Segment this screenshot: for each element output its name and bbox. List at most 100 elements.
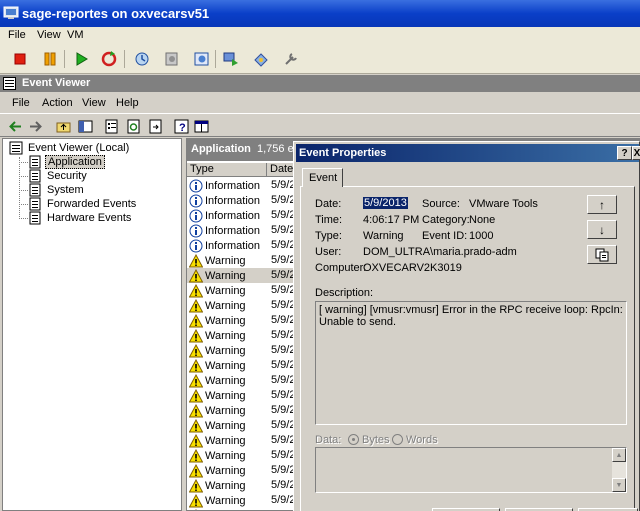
tree-connector: [19, 190, 28, 191]
type-cell: Information: [189, 238, 260, 253]
information-icon: [189, 194, 203, 207]
user-value[interactable]: DOM_ULTRA\maria.prado-adm: [363, 246, 517, 258]
warning-icon: [189, 388, 203, 402]
refresh-button[interactable]: [124, 117, 142, 135]
menu-action[interactable]: Action: [42, 97, 73, 109]
category-value[interactable]: None: [469, 214, 495, 226]
reset-button[interactable]: [99, 49, 119, 69]
tree-connector: [19, 204, 28, 205]
power-off-button[interactable]: [10, 49, 30, 69]
type-cell: Warning: [189, 478, 246, 493]
properties-icon: [105, 119, 117, 133]
date-cell: 5/9/2: [271, 179, 296, 191]
description-text[interactable]: [ warning] [vmusr:vmusr] Error in the RP…: [315, 301, 627, 425]
next-event-button[interactable]: ↓: [587, 220, 617, 239]
console-tree: Event Viewer (Local) Application Securit…: [2, 138, 182, 511]
export-list-button[interactable]: [146, 117, 164, 135]
warning-icon: [189, 373, 203, 387]
up-one-level-button[interactable]: [54, 117, 72, 135]
snapshot-button[interactable]: [132, 49, 152, 69]
data-box[interactable]: ▲ ▼: [315, 447, 627, 493]
date-cell: 5/9/2: [271, 209, 296, 221]
data-scrollbar[interactable]: ▲ ▼: [612, 448, 626, 492]
date-cell: 5/9/2: [271, 449, 296, 461]
type-text: Warning: [205, 389, 246, 402]
type-text: Information: [205, 224, 261, 237]
revert-snapshot-button[interactable]: [162, 49, 182, 69]
help-button[interactable]: ?: [172, 117, 190, 135]
tree-item-label: Forwarded Events: [47, 197, 137, 210]
bytes-radio[interactable]: [348, 434, 359, 445]
tree-item-security[interactable]: Security: [28, 168, 89, 183]
tree-item-root-label: Event Viewer (Local): [28, 141, 130, 154]
tree-connector: [19, 218, 28, 219]
snapshot-manager-button[interactable]: [192, 49, 212, 69]
tab-event[interactable]: Event: [302, 168, 343, 187]
tools-button[interactable]: [281, 49, 301, 69]
type-text: Warning: [205, 494, 246, 507]
previous-event-button[interactable]: ↑: [587, 195, 617, 214]
back-button[interactable]: [6, 117, 24, 135]
type-text: Information: [205, 194, 261, 207]
event-id-value[interactable]: 1000: [469, 230, 493, 242]
console-tree-icon: [78, 120, 92, 132]
type-text: Warning: [205, 284, 246, 297]
description-label: Description:: [315, 287, 374, 299]
tree-item-application[interactable]: Application: [28, 154, 105, 169]
date-cell: 5/9/2: [271, 389, 296, 401]
view-button[interactable]: [192, 117, 210, 135]
snapshot-manager-icon: [194, 52, 209, 66]
type-text: Warning: [205, 434, 246, 447]
warning-icon: [189, 403, 203, 417]
time-value[interactable]: 4:06:17 PM: [363, 214, 419, 226]
copy-event-button[interactable]: [587, 245, 617, 264]
type-cell: Information: [189, 223, 260, 238]
date-label: Date:: [315, 198, 342, 210]
forward-button[interactable]: [26, 117, 44, 135]
log-icon: [29, 211, 41, 224]
fullscreen-button[interactable]: [221, 49, 241, 69]
type-text: Warning: [205, 269, 246, 282]
type-cell: Warning: [189, 358, 246, 373]
scroll-down-arrow-icon[interactable]: ▼: [612, 478, 626, 492]
vm-menu-file[interactable]: File: [8, 29, 26, 41]
computer-value[interactable]: OXVECARV2K3019: [363, 262, 462, 274]
date-value[interactable]: 5/9/2013: [363, 197, 408, 209]
suspend-button[interactable]: [40, 49, 60, 69]
wrench-icon: [285, 53, 297, 65]
column-header-type[interactable]: Type: [187, 163, 267, 177]
source-label: Source:: [422, 198, 460, 210]
date-cell: 5/9/2: [271, 239, 296, 251]
vm-menu-view[interactable]: View: [37, 29, 61, 41]
source-value[interactable]: VMware Tools: [469, 198, 538, 210]
date-cell: 5/9/2: [271, 314, 296, 326]
log-icon: [29, 169, 41, 182]
dialog-help-button[interactable]: ?: [617, 146, 632, 160]
vm-settings-button[interactable]: [251, 49, 271, 69]
tree-item-root[interactable]: Event Viewer (Local): [9, 140, 131, 155]
menu-help[interactable]: Help: [116, 97, 139, 109]
menu-view[interactable]: View: [82, 97, 106, 109]
type-text: Warning: [205, 359, 246, 372]
menu-file[interactable]: File: [12, 97, 30, 109]
properties-button[interactable]: [102, 117, 120, 135]
show-hide-tree-button[interactable]: [76, 117, 94, 135]
type-value[interactable]: Warning: [363, 230, 404, 242]
event-tab-panel: Date: 5/9/2013 Source: VMware Tools Time…: [300, 186, 635, 511]
vm-menu-vm[interactable]: VM: [67, 29, 84, 41]
help-icon: ?: [174, 119, 188, 134]
words-radio[interactable]: [392, 434, 403, 445]
warning-icon: [189, 268, 203, 282]
tree-item-system[interactable]: System: [28, 182, 86, 197]
log-icon: [29, 197, 41, 210]
type-cell: Information: [189, 178, 260, 193]
refresh-icon: [127, 119, 139, 133]
power-on-button[interactable]: [71, 49, 91, 69]
dialog-close-button[interactable]: X: [632, 146, 640, 160]
arrow-up-icon: ↑: [599, 197, 605, 212]
scroll-up-arrow-icon[interactable]: ▲: [612, 448, 626, 462]
tree-item-hardware-events[interactable]: Hardware Events: [28, 210, 133, 225]
tree-item-forwarded-events[interactable]: Forwarded Events: [28, 196, 138, 211]
folder-up-icon: [56, 122, 70, 132]
type-text: Information: [205, 179, 261, 192]
